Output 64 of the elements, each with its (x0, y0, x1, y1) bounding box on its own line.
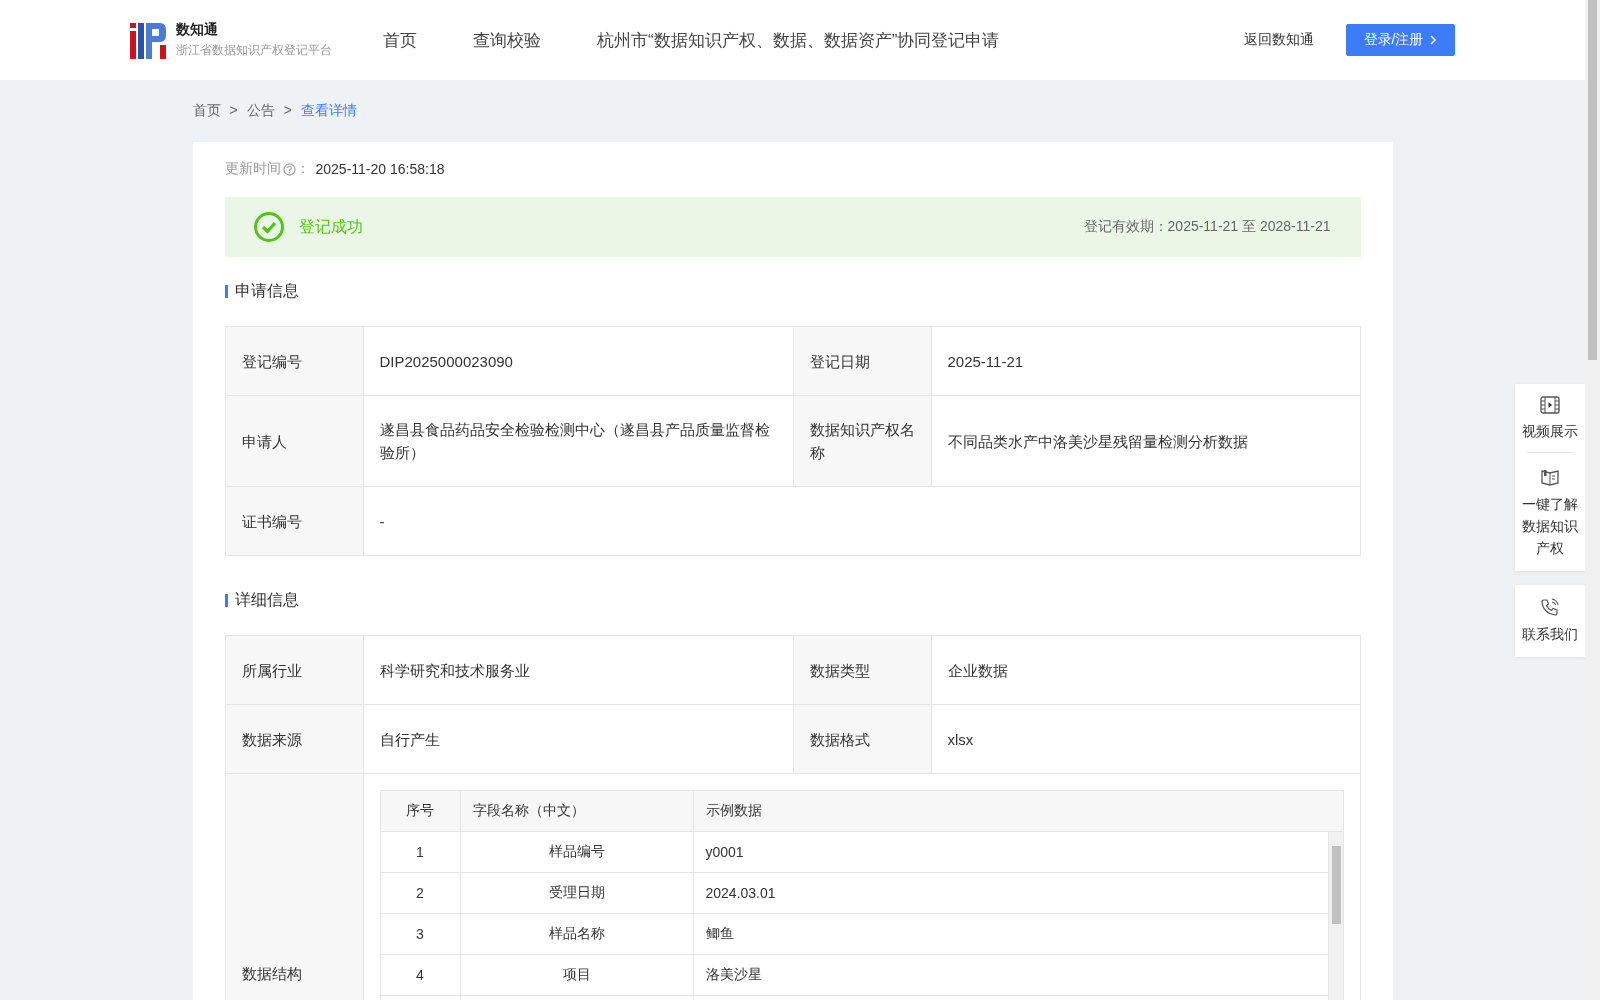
nav-link[interactable]: 首页 (383, 28, 417, 52)
chevron-icon (1429, 35, 1438, 45)
login-button[interactable]: 登录/注册 (1346, 24, 1455, 56)
field-label: 登记日期 (793, 327, 932, 396)
field-value: 科学研究和技术服务业 (363, 636, 794, 705)
side-menu-item[interactable]: 一键了解数据知识产权 (1521, 493, 1579, 559)
section-title: 详细信息 (234, 590, 299, 610)
colon: ： (295, 160, 310, 178)
breadcrumb-separator: > (229, 102, 238, 120)
scrollbar[interactable] (1327, 832, 1343, 1000)
table-cell: 样品名称 (460, 914, 694, 954)
column-header: 字段名称（中文） (460, 791, 694, 831)
page-scrollbar[interactable] (1585, 0, 1600, 1000)
field-value: 2025-11-21 (931, 327, 1361, 396)
field-value: - (363, 487, 1361, 556)
table-cell: 2 (380, 873, 461, 913)
validity-text: 登记有效期：2025-11-21 至 2028-11-21 (1083, 218, 1331, 236)
logo-title: 数知通 (176, 21, 219, 39)
table-cell-text: 鲫鱼 (704, 924, 735, 943)
field-label: 数据结构 (225, 774, 364, 1000)
table-cell-text: 2024.03.01 (704, 884, 777, 903)
table-cell: 样品编号 (460, 832, 694, 872)
film-icon[interactable] (1540, 396, 1560, 414)
check-circle-icon (252, 211, 285, 243)
field-value: xlsx (931, 705, 1361, 774)
field-label: 所属行业 (225, 636, 364, 705)
field-label: 申请人 (225, 396, 364, 487)
field-label: 登记编号 (225, 327, 364, 396)
table-cell: 3 (380, 914, 461, 954)
field-value: DIP2025000023090 (363, 327, 794, 396)
logo-subtitle: 浙江省数据知识产权登记平台 (176, 42, 332, 59)
field-label: 证书编号 (225, 487, 364, 556)
field-value: 不同品类水产中洛美沙星残留量检测分析数据 (931, 396, 1361, 487)
field-label: 数据来源 (225, 705, 364, 774)
breadcrumb-separator: > (283, 102, 292, 120)
table-cell: 项目 (460, 955, 694, 995)
updated-label: 更新时间 (224, 160, 281, 178)
table-cell: 受理日期 (460, 873, 694, 913)
field-label: 数据类型 (793, 636, 932, 705)
book-icon[interactable] (1540, 467, 1560, 487)
nav-link[interactable]: 查询校验 (473, 28, 541, 52)
breadcrumb-link[interactable]: 查看详情 (300, 102, 357, 120)
table-cell-text: y0001 (704, 843, 745, 862)
breadcrumb-link[interactable]: 公告 (246, 102, 275, 120)
nav-link[interactable]: 杭州市“数据知识产权、数据、数据资产”协同登记申请 (597, 28, 1000, 52)
field-value: 企业数据 (931, 636, 1361, 705)
help-icon[interactable] (282, 162, 296, 176)
field-label: 数据格式 (793, 705, 932, 774)
phone-icon[interactable] (1540, 597, 1560, 617)
field-value: 遂昌县食品药品安全检验检测中心（遂昌县产品质量监督检验所） (363, 396, 794, 487)
field-label: 数据知识产权名称 (793, 396, 932, 487)
column-header: 示例数据 (704, 801, 763, 820)
logo-icon (130, 21, 166, 59)
side-menu-item[interactable]: 视频展示 (1521, 420, 1579, 442)
table-cell: 4 (380, 955, 461, 995)
breadcrumb-link[interactable]: 首页 (192, 102, 221, 120)
back-link[interactable]: 返回数知通 (1244, 31, 1314, 49)
updated-time: 2025-11-20 16:58:18 (315, 161, 445, 177)
section-title: 申请信息 (234, 281, 299, 301)
column-header: 序号 (380, 791, 461, 831)
table-cell-text: 洛美沙星 (704, 965, 763, 984)
status-text: 登记成功 (298, 216, 364, 237)
table-cell: 1 (380, 832, 461, 872)
field-value: 自行产生 (363, 705, 794, 774)
